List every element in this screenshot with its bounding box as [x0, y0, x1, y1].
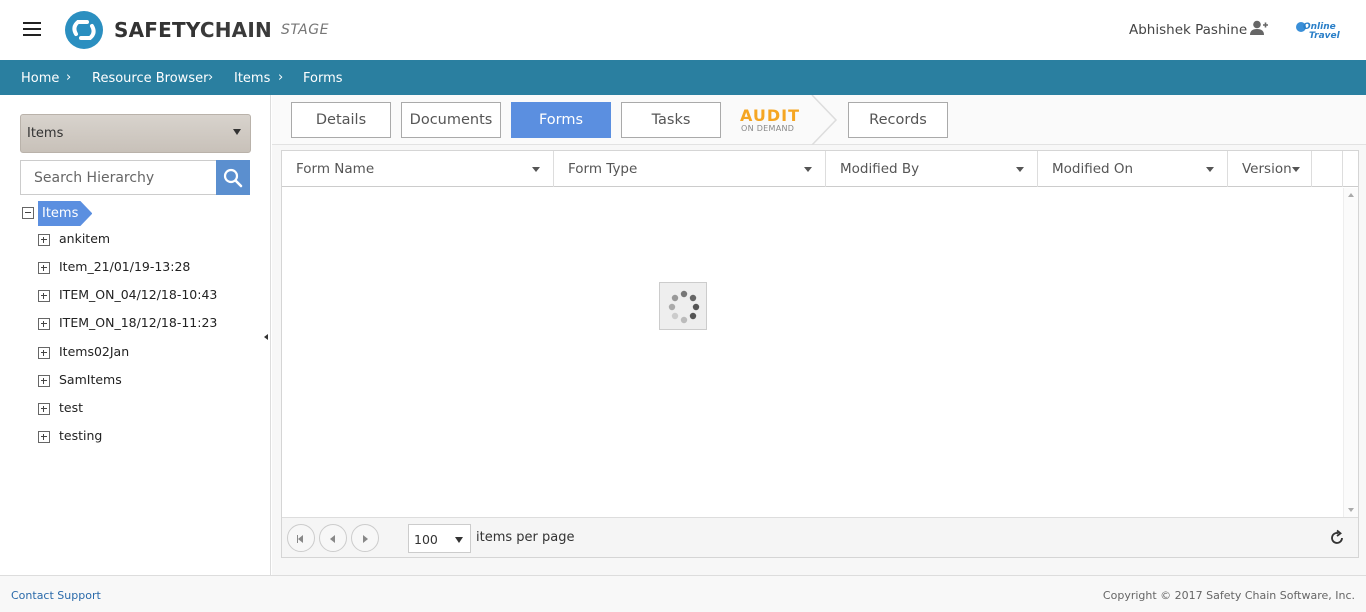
- expand-icon[interactable]: [38, 347, 50, 359]
- audit-subtitle: ON DEMAND: [741, 124, 795, 133]
- column-label: Modified By: [840, 161, 920, 177]
- user-settings-icon[interactable]: [1249, 20, 1269, 36]
- collapse-panel-icon[interactable]: [264, 334, 268, 340]
- partner-logo: Online Travel: [1296, 22, 1341, 41]
- next-page-button[interactable]: [351, 524, 379, 552]
- chevron-down-icon[interactable]: [532, 167, 540, 172]
- hierarchy-type-value: Items: [27, 126, 64, 141]
- items-per-page-label: items per page: [476, 530, 575, 545]
- breadcrumb-resource-browser[interactable]: Resource Browser: [92, 71, 208, 86]
- breadcrumb-separator: ›: [66, 70, 72, 85]
- breadcrumb-separator: ›: [278, 70, 284, 85]
- tab-details[interactable]: Details: [291, 102, 391, 138]
- scroll-down-icon[interactable]: [1348, 508, 1354, 512]
- tree-item-label[interactable]: ITEM_ON_04/12/18-10:43: [59, 287, 217, 302]
- safetychain-logo-icon: [65, 11, 103, 49]
- chevron-down-icon[interactable]: [1206, 167, 1214, 172]
- expand-icon[interactable]: [38, 262, 50, 274]
- page-size-value: 100: [414, 532, 438, 547]
- vertical-scrollbar[interactable]: [1343, 188, 1358, 517]
- tab-forms[interactable]: Forms: [511, 102, 611, 138]
- column-spacer: [1312, 151, 1343, 187]
- expand-icon[interactable]: [38, 403, 50, 415]
- column-form-type[interactable]: Form Type: [554, 151, 826, 187]
- copyright-text: Copyright © 2017 Safety Chain Software, …: [1102, 589, 1355, 602]
- expand-icon[interactable]: [38, 375, 50, 387]
- expand-icon[interactable]: [38, 318, 50, 330]
- tree-item-label[interactable]: testing: [59, 428, 102, 443]
- search-button[interactable]: [216, 160, 250, 195]
- column-label: Form Name: [296, 161, 375, 177]
- tree-item-label[interactable]: ankitem: [59, 231, 110, 246]
- tab-records[interactable]: Records: [848, 102, 948, 138]
- chevron-down-icon: [233, 129, 241, 135]
- chevron-down-icon[interactable]: [1016, 167, 1024, 172]
- expand-icon[interactable]: [38, 290, 50, 302]
- loading-spinner: [659, 282, 707, 330]
- grid-pager: 100 items per page: [282, 517, 1358, 557]
- tree-item-label[interactable]: SamItems: [59, 372, 122, 387]
- search-hierarchy-input[interactable]: [20, 160, 216, 195]
- chevron-right-icon: [811, 95, 838, 145]
- tree-item-label[interactable]: test: [59, 400, 83, 415]
- hierarchy-panel: Items Items ankitem Item_21/01/19-13:28 …: [0, 95, 271, 575]
- app-header: SAFETYCHAIN STAGE Abhishek Pashine Onlin…: [0, 0, 1366, 60]
- audit-on-demand-button[interactable]: AUDIT ON DEMAND: [740, 106, 800, 136]
- collapse-icon[interactable]: [22, 207, 34, 219]
- grid-body: [282, 188, 1343, 517]
- main-content: Details Documents Forms Tasks AUDIT ON D…: [272, 95, 1366, 575]
- menu-icon[interactable]: [23, 22, 41, 36]
- first-page-button[interactable]: [287, 524, 315, 552]
- breadcrumb-separator: ›: [208, 70, 214, 85]
- breadcrumb-home[interactable]: Home: [21, 71, 59, 86]
- chevron-down-icon: [455, 537, 463, 543]
- grid-header: Form Name Form Type Modified By Modified…: [282, 151, 1358, 187]
- column-modified-on[interactable]: Modified On: [1038, 151, 1228, 187]
- expand-icon[interactable]: [38, 431, 50, 443]
- column-label: Form Type: [568, 161, 638, 177]
- environment-label: STAGE: [281, 22, 329, 38]
- brand-name: SAFETYCHAIN: [114, 18, 272, 42]
- tree-item-label[interactable]: Item_21/01/19-13:28: [59, 259, 190, 274]
- tree-item-label[interactable]: ITEM_ON_18/12/18-11:23: [59, 315, 217, 330]
- audit-title: AUDIT: [740, 106, 801, 125]
- tree-root-label[interactable]: Items: [38, 201, 92, 226]
- hierarchy-type-select[interactable]: Items: [20, 114, 251, 153]
- column-label: Version: [1242, 161, 1292, 177]
- scroll-up-icon[interactable]: [1348, 193, 1354, 197]
- app-footer: Contact Support Copyright © 2017 Safety …: [0, 575, 1366, 612]
- forms-grid: Form Name Form Type Modified By Modified…: [281, 150, 1359, 558]
- breadcrumb: Home › Resource Browser › Items › Forms: [0, 60, 1366, 95]
- column-label: Modified On: [1052, 161, 1134, 177]
- tab-tasks[interactable]: Tasks: [621, 102, 721, 138]
- column-version[interactable]: Version: [1228, 151, 1312, 187]
- tab-documents[interactable]: Documents: [401, 102, 501, 138]
- breadcrumb-forms: Forms: [303, 71, 343, 86]
- tab-bar: Details Documents Forms Tasks AUDIT ON D…: [272, 95, 1366, 145]
- svg-text:Travel: Travel: [1309, 31, 1341, 41]
- previous-page-button[interactable]: [319, 524, 347, 552]
- search-icon: [223, 168, 243, 188]
- user-name[interactable]: Abhishek Pashine: [1129, 22, 1247, 38]
- chevron-down-icon[interactable]: [804, 167, 812, 172]
- refresh-icon[interactable]: [1328, 529, 1346, 547]
- expand-icon[interactable]: [38, 234, 50, 246]
- loading-icon: [668, 290, 700, 324]
- chevron-down-icon[interactable]: [1292, 167, 1300, 172]
- page-size-select[interactable]: 100: [408, 524, 471, 553]
- contact-support-link[interactable]: Contact Support: [11, 589, 101, 602]
- column-form-name[interactable]: Form Name: [282, 151, 554, 187]
- breadcrumb-items[interactable]: Items: [234, 71, 270, 86]
- tree-item-label[interactable]: Items02Jan: [59, 344, 129, 359]
- column-modified-by[interactable]: Modified By: [826, 151, 1038, 187]
